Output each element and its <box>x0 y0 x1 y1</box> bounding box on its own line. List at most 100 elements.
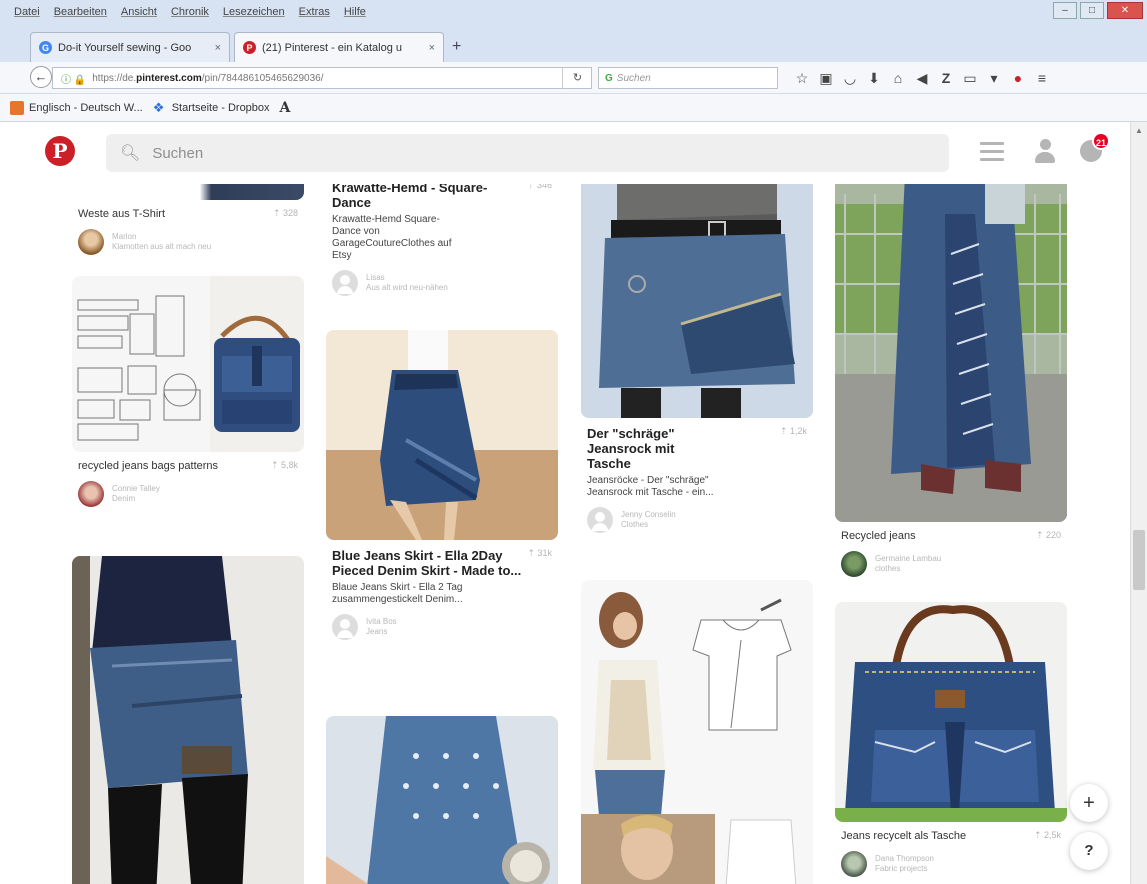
pin-card[interactable]: Weste aus T-Shirt ⇡ 328 Marion Klamotten… <box>72 174 304 255</box>
pin-title[interactable]: Der "schräge" Jeansrock mit Tasche <box>587 426 707 471</box>
close-icon[interactable]: × <box>429 42 435 54</box>
bookmark-dict[interactable]: Englisch - Deutsch W... <box>10 100 143 115</box>
pinterest-search-input[interactable]: 🔍︎ Suchen <box>106 134 949 172</box>
pin-description: Jeansröcke - Der "schräge" Jeansrock mit… <box>587 475 714 498</box>
pinner[interactable]: Lisas Aus alt wird neu-nähen <box>326 262 558 296</box>
sidebar-icon[interactable]: ▭ <box>958 70 982 87</box>
pin-card[interactable]: Recycled jeans ⇡ 220 Germaine Lambau clo… <box>835 174 1067 577</box>
download-icon[interactable]: ⬇ <box>862 70 886 87</box>
pin-image[interactable] <box>72 556 304 884</box>
pinner-board: Klamotten aus alt mach neu <box>112 242 212 251</box>
pinner[interactable]: Ivita Bos Jeans <box>326 606 558 640</box>
window-controls: – □ ✕ <box>1053 2 1143 19</box>
home-icon[interactable]: ⌂ <box>886 70 910 86</box>
pin-image[interactable] <box>835 602 1067 822</box>
clipboard-icon[interactable]: ▣ <box>814 70 838 87</box>
menu-datei[interactable]: Datei <box>14 6 40 18</box>
bookmark-label: A <box>279 99 291 116</box>
dropdown-icon[interactable]: ▾ <box>982 70 1006 87</box>
pinner[interactable]: Germaine Lambau clothes <box>835 543 1067 577</box>
pin-save-count: ⇡ 346 <box>526 180 552 190</box>
menu-extras[interactable]: Extras <box>299 6 330 18</box>
pin-card[interactable] <box>72 556 304 884</box>
help-button[interactable]: ? <box>1070 832 1108 870</box>
close-icon[interactable]: × <box>215 42 221 54</box>
menu-ansicht[interactable]: Ansicht <box>121 6 157 18</box>
menu-hilfe[interactable]: Hilfe <box>344 6 366 18</box>
menu-lesezeichen[interactable]: Lesezeichen <box>223 6 285 18</box>
pin-title[interactable]: Recycled jeans <box>841 530 916 543</box>
scroll-thumb[interactable] <box>1133 530 1145 590</box>
search-placeholder: Suchen <box>152 144 204 162</box>
tab-pinterest[interactable]: P (21) Pinterest - ein Katalog u × <box>234 32 444 62</box>
new-tab-button[interactable]: + <box>452 38 461 56</box>
pin-card[interactable]: Blue Jeans Skirt - Ella 2Day Pieced Deni… <box>326 330 558 640</box>
pin-description: Krawatte-Hemd Square-Dance von GarageCou… <box>332 214 452 261</box>
tab-label: (21) Pinterest - ein Katalog u <box>262 41 403 54</box>
pin-save-count: ⇡ 5,8k <box>270 460 298 470</box>
send-icon[interactable]: ◀ <box>910 70 934 87</box>
pinner-name: Lisas <box>366 273 385 282</box>
pin-title[interactable]: recycled jeans bags patterns <box>78 460 218 473</box>
pin-card[interactable]: Der "schräge" Jeansrock mit Tasche ⇡ 1,2… <box>581 174 813 533</box>
pin-image[interactable] <box>581 580 813 884</box>
google-search-icon: G <box>605 72 613 84</box>
url-bar[interactable]: ⓘ 🔒 https://de. pinterest.com /pin/78448… <box>52 67 592 89</box>
pinner[interactable]: Connie Talley Denim <box>72 473 304 507</box>
pin-image[interactable] <box>581 174 813 418</box>
pin-description: Blaue Jeans Skirt - Ella 2 Tag zusammeng… <box>332 582 463 605</box>
scroll-up-icon[interactable]: ▲ <box>1135 126 1143 135</box>
pin-card[interactable]: Krawatte-Hemd - Square-Dance ⇡ 346 Krawa… <box>326 180 558 296</box>
star-icon[interactable]: ☆ <box>790 70 814 87</box>
bookmark-dropbox[interactable]: ❖ Startseite - Dropbox <box>153 100 270 115</box>
pin-card[interactable] <box>326 716 558 884</box>
pin-title[interactable]: Weste aus T-Shirt <box>78 208 165 221</box>
recycled-jeans-skirt-image <box>835 174 1067 522</box>
pocket-icon[interactable]: ◡ <box>838 70 862 87</box>
avatar <box>332 614 358 640</box>
pin-image[interactable] <box>326 716 558 884</box>
tab-google[interactable]: G Do-it Yourself sewing - Goo × <box>30 32 230 62</box>
pin-image[interactable] <box>326 330 558 540</box>
avatar <box>841 851 867 877</box>
menu-icon[interactable] <box>980 142 1004 162</box>
zotero-icon[interactable]: Z <box>934 70 958 86</box>
hamburger-menu-icon[interactable]: ≡ <box>1030 70 1054 86</box>
pinner[interactable]: Marion Klamotten aus alt mach neu <box>72 221 304 255</box>
pin-title[interactable]: Krawatte-Hemd - Square-Dance <box>332 180 521 210</box>
bookmark-a[interactable]: A <box>280 100 291 116</box>
menu-bar: Datei Bearbeiten Ansicht Chronik Lesezei… <box>0 0 1147 24</box>
pinterest-logo[interactable]: P <box>45 136 75 166</box>
browser-search-input[interactable]: G Suchen <box>598 67 778 89</box>
browser-search-placeholder: Suchen <box>616 72 651 84</box>
pin-card[interactable]: Jeans recycelt als Tasche ⇡ 2,5k Dana Th… <box>835 602 1067 877</box>
avatar <box>78 229 104 255</box>
pinner[interactable]: Dana Thompson Fabric projects <box>835 843 1067 877</box>
maximize-button[interactable]: □ <box>1080 2 1104 19</box>
close-window-button[interactable]: ✕ <box>1107 2 1143 19</box>
pin-image[interactable] <box>835 174 1067 522</box>
menu-bearbeiten[interactable]: Bearbeiten <box>54 6 107 18</box>
avatar <box>78 481 104 507</box>
toolbar-icons: ☆ ▣ ◡ ⬇ ⌂ ◀ Z ▭ ▾ ● ≡ <box>790 67 1054 89</box>
menu-chronik[interactable]: Chronik <box>171 6 209 18</box>
tshirt-pattern-image <box>581 580 813 884</box>
pin-card[interactable]: recycled jeans bags patterns ⇡ 5,8k Conn… <box>72 276 304 507</box>
pin-image[interactable] <box>72 276 304 452</box>
back-button[interactable]: ← <box>30 66 52 88</box>
pin-card[interactable] <box>581 580 813 884</box>
profile-icon[interactable] <box>1034 139 1056 165</box>
pinner-name: Germaine Lambau <box>875 554 942 563</box>
bookmark-label: Englisch - Deutsch W... <box>29 101 143 114</box>
add-pin-button[interactable]: + <box>1070 784 1108 822</box>
search-icon: 🔍︎ <box>120 145 141 162</box>
pin-title[interactable]: Jeans recycelt als Tasche <box>841 830 966 843</box>
dictionary-icon <box>10 100 24 115</box>
pinterest-page: P 🔍︎ Suchen 21 Weste aus T-Shirt ⇡ 328 M… <box>0 122 1130 884</box>
pinterest-button-icon[interactable]: ● <box>1006 70 1030 86</box>
reload-icon[interactable]: ↻ <box>562 67 592 89</box>
minimize-button[interactable]: – <box>1053 2 1077 19</box>
pinner[interactable]: Jenny Conselin Clothes <box>581 499 813 533</box>
pin-title[interactable]: Blue Jeans Skirt - Ella 2Day Pieced Deni… <box>332 548 521 578</box>
page-scrollbar[interactable]: ▲ <box>1130 122 1147 884</box>
